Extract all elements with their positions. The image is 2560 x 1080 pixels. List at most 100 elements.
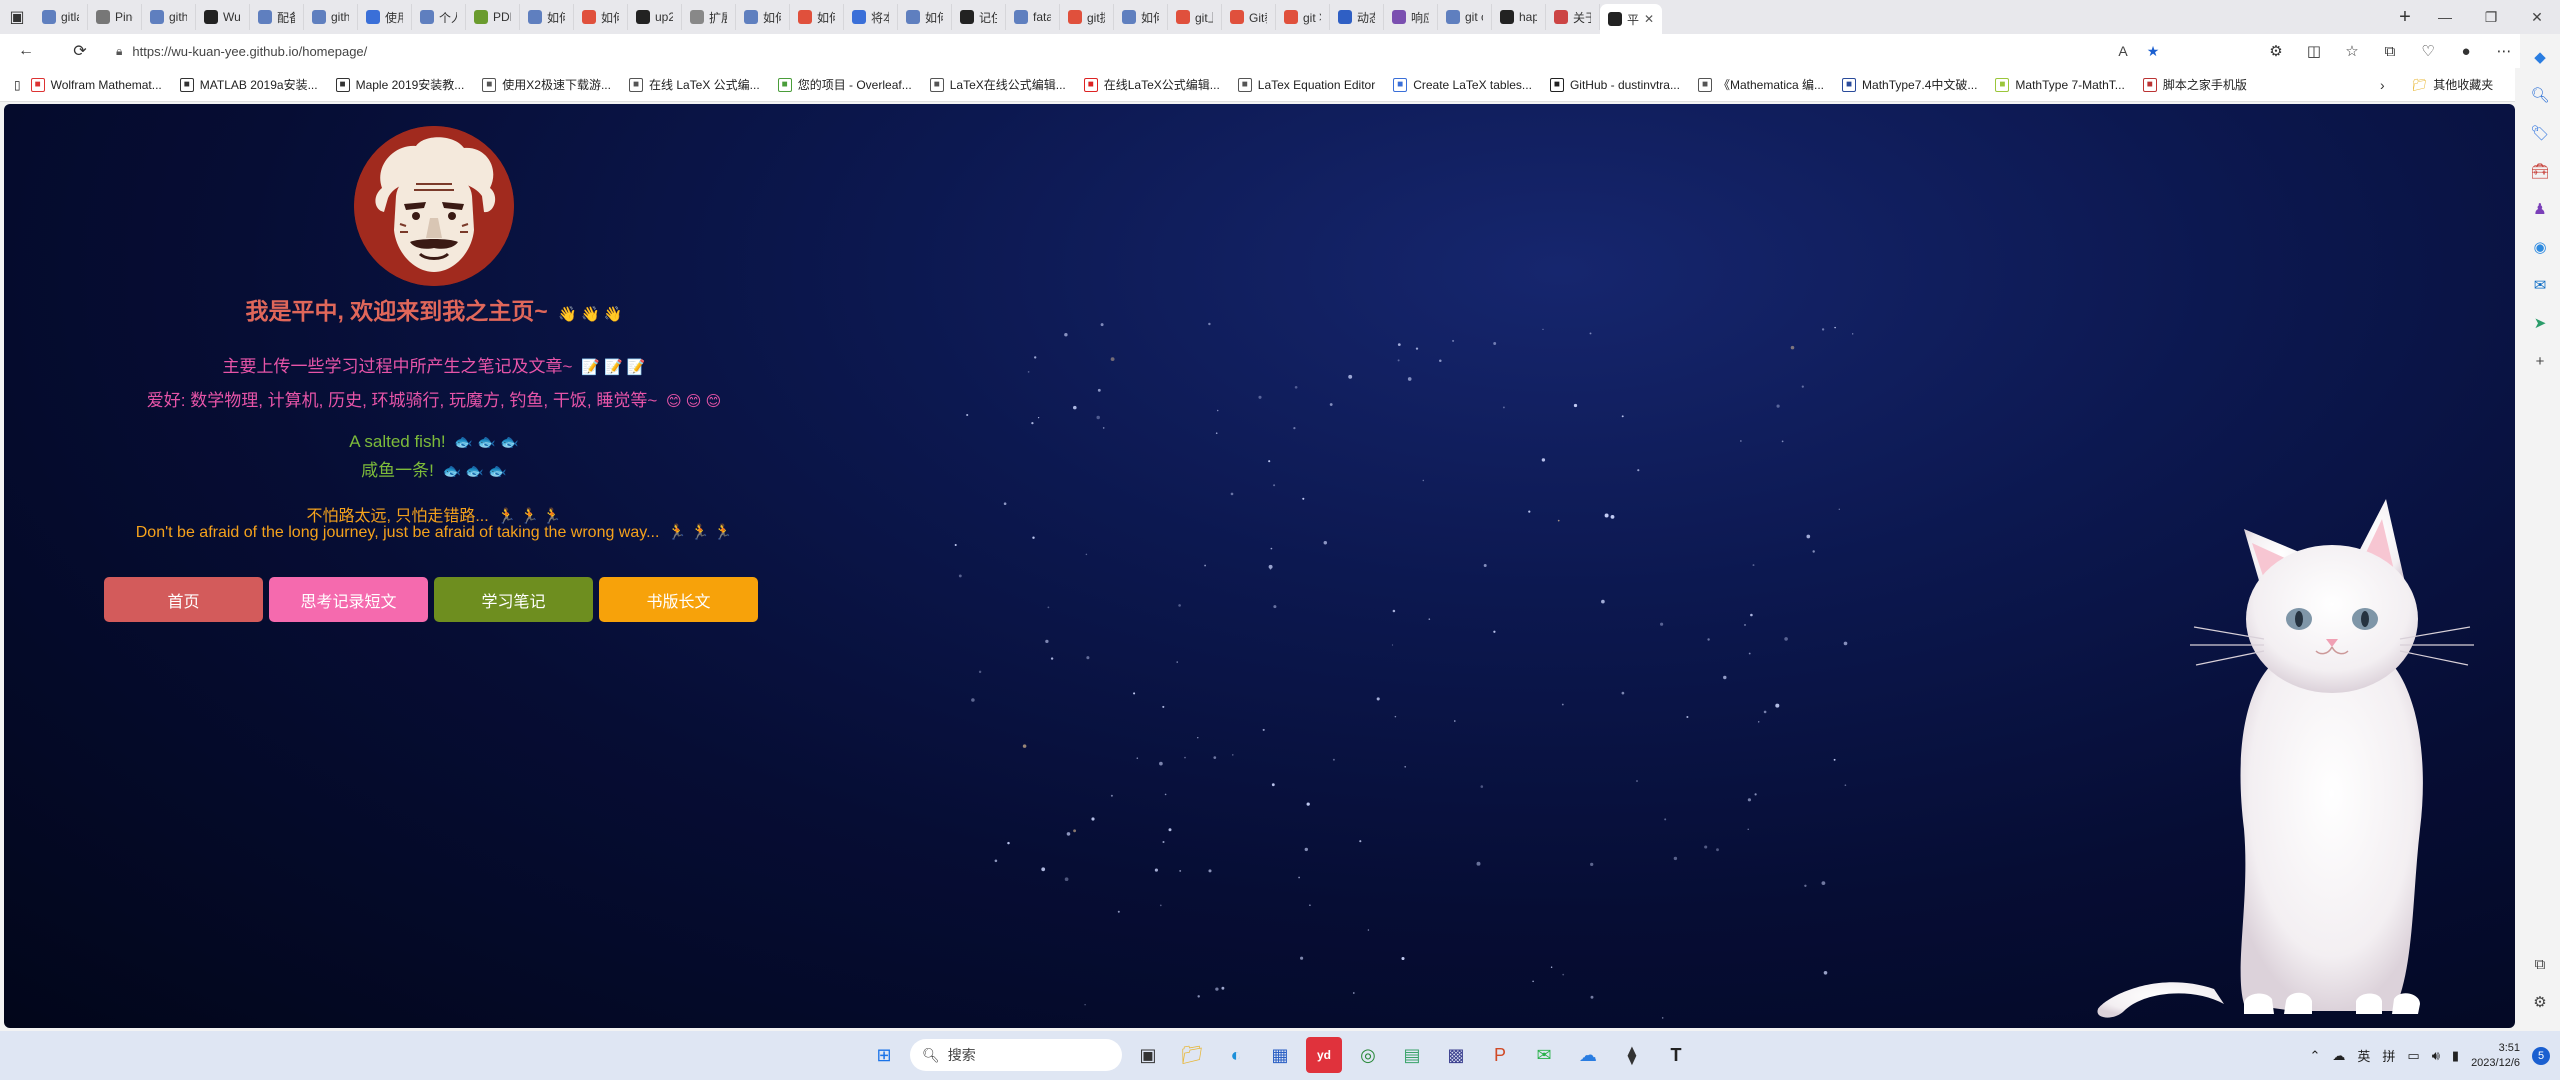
copilot-icon[interactable]: ◆: [2525, 42, 2555, 72]
youdao-icon[interactable]: yd: [1306, 1037, 1342, 1073]
browser-tab[interactable]: 关于我: [1546, 4, 1600, 30]
media-app-icon[interactable]: ▩: [1438, 1037, 1474, 1073]
bookmark-item[interactable]: ■ MathType7.4中文破...: [1842, 76, 1977, 93]
windows-start-icon[interactable]: ⊞: [866, 1037, 902, 1073]
browser-tab[interactable]: 配备 Gi: [250, 4, 304, 30]
battery-icon[interactable]: ▮: [2452, 1048, 2459, 1064]
add-sidebar-app-icon[interactable]: +: [2525, 346, 2555, 376]
collections-icon[interactable]: ⧉: [2374, 35, 2406, 67]
browser-tab[interactable]: up209d: [628, 4, 682, 30]
typora-icon[interactable]: T: [1658, 1037, 1694, 1073]
close-window-button[interactable]: ✕: [2514, 0, 2560, 34]
sidebar-settings-icon[interactable]: ⚙: [2525, 987, 2555, 1017]
powerpoint-icon[interactable]: P: [1482, 1037, 1518, 1073]
bookmark-item[interactable]: ■ MathType 7-MathT...: [1995, 77, 2125, 92]
bookmark-item[interactable]: ■ 使用X2极速下载游...: [482, 76, 611, 93]
browser-tab[interactable]: 如何创: [790, 4, 844, 30]
sidebar-toggle-icon[interactable]: ▯: [14, 78, 21, 92]
bookmark-item[interactable]: ■ LaTeX在线公式编辑...: [929, 76, 1066, 93]
clipboard-app-icon[interactable]: ⧫: [1614, 1037, 1650, 1073]
browser-tab[interactable]: 平中 ✕: [1600, 4, 1662, 34]
volume-icon[interactable]: 🔊︎: [2432, 1048, 2440, 1064]
browser-tab[interactable]: git 将本: [1276, 4, 1330, 30]
screenshot-sidebar-icon[interactable]: ⧉: [2525, 949, 2555, 979]
games-icon[interactable]: ♟︎: [2525, 194, 2555, 224]
chrome-icon[interactable]: ◎: [1350, 1037, 1386, 1073]
cloud-sync-icon[interactable]: ☁︎: [2332, 1048, 2345, 1064]
network-icon[interactable]: ▭: [2407, 1048, 2419, 1064]
nav-button[interactable]: 书版长文: [599, 577, 758, 622]
search-sidebar-icon[interactable]: 🔍︎: [2525, 80, 2555, 110]
lock-icon[interactable]: 🔒︎: [116, 44, 122, 59]
nav-button[interactable]: 思考记录短文: [269, 577, 428, 622]
bookmark-item[interactable]: ■ Create LaTeX tables...: [1393, 77, 1532, 92]
browser-tab[interactable]: 动态个: [1330, 4, 1384, 30]
tab-actions-icon[interactable]: ▣: [0, 0, 34, 34]
browser-tab[interactable]: 如何创: [898, 4, 952, 30]
ime-indicator[interactable]: 拼: [2382, 1046, 2395, 1065]
store-icon[interactable]: ▦: [1262, 1037, 1298, 1073]
browser-tab[interactable]: happy: [1492, 4, 1546, 30]
bookmark-item[interactable]: ■ GitHub - dustinvtra...: [1549, 77, 1680, 92]
browser-essentials-icon[interactable]: ♡: [2412, 35, 2444, 67]
extensions-icon[interactable]: ⚙: [2260, 35, 2292, 67]
browser-tab[interactable]: fatal: u: [1006, 4, 1060, 30]
bookmark-item[interactable]: ■ Wolfram Mathemat...: [30, 77, 162, 92]
browser-tab[interactable]: 如何i: [574, 4, 628, 30]
close-tab-icon[interactable]: ✕: [1644, 12, 1654, 26]
browser-tab[interactable]: git上传: [1168, 4, 1222, 30]
task-view-icon[interactable]: ▣: [1130, 1037, 1166, 1073]
browser-tab[interactable]: github: [142, 4, 196, 30]
browser-tab[interactable]: 扩展: [682, 4, 736, 30]
browser-tab[interactable]: 如何将: [520, 4, 574, 30]
bookmark-item[interactable]: ■ Maple 2019安装教...: [335, 76, 464, 93]
restore-button[interactable]: ❐: [2468, 0, 2514, 34]
wechat-icon[interactable]: ✉︎: [1526, 1037, 1562, 1073]
other-bookmarks-folder[interactable]: 📁︎ 其他收藏夹: [2412, 76, 2493, 93]
taskbar-search[interactable]: 🔍︎ 搜索: [910, 1039, 1122, 1071]
browser-tab[interactable]: 将本地: [844, 4, 898, 30]
favorites-icon[interactable]: ☆: [2336, 35, 2368, 67]
bookmark-item[interactable]: ■ 在线LaTeX公式编辑...: [1083, 76, 1220, 93]
file-explorer-icon[interactable]: 📁︎: [1174, 1037, 1210, 1073]
notification-badge[interactable]: 5: [2532, 1046, 2550, 1065]
browser-tab[interactable]: PDL's b: [466, 4, 520, 30]
microsoft365-icon[interactable]: ◉: [2525, 232, 2555, 262]
browser-tab[interactable]: git clon: [1438, 4, 1492, 30]
browser-tab[interactable]: git提交: [1060, 4, 1114, 30]
bookmark-item[interactable]: ■ 您的项目 - Overleaf...: [777, 76, 912, 93]
lang-indicator[interactable]: 英: [2357, 1046, 2370, 1065]
bookmark-item[interactable]: ■ 在线 LaTeX 公式编...: [628, 76, 760, 93]
clock[interactable]: 3:51 2023/12/6: [2471, 1041, 2520, 1071]
drop-icon[interactable]: ➤: [2525, 308, 2555, 338]
browser-tab[interactable]: Wu-Kua: [196, 4, 250, 30]
browser-tab[interactable]: gitlab u: [34, 4, 88, 30]
new-tab-button[interactable]: +: [2388, 6, 2422, 29]
browser-tab[interactable]: 响应式: [1384, 4, 1438, 30]
bookmark-item[interactable]: ■ LaTex Equation Editor: [1237, 77, 1375, 92]
read-aloud-icon[interactable]: A: [2110, 38, 2136, 64]
outlook-icon[interactable]: ✉︎: [2525, 270, 2555, 300]
nav-button[interactable]: 首页: [104, 577, 263, 622]
favorite-star-icon[interactable]: ★: [2140, 38, 2166, 64]
settings-more-icon[interactable]: ⋯: [2488, 35, 2520, 67]
browser-tab[interactable]: Git教程: [1222, 4, 1276, 30]
notes-app-icon[interactable]: ▤: [1394, 1037, 1430, 1073]
browser-tab[interactable]: 记住您: [952, 4, 1006, 30]
edge-icon[interactable]: ◐: [1218, 1037, 1254, 1073]
split-screen-icon[interactable]: ◫: [2298, 35, 2330, 67]
tray-expand-icon[interactable]: ⌃: [2309, 1048, 2320, 1064]
profile-icon[interactable]: ●: [2450, 35, 2482, 67]
nav-button[interactable]: 学习笔记: [434, 577, 593, 622]
shopping-icon[interactable]: 🏷︎: [2525, 118, 2555, 148]
back-button[interactable]: ←: [10, 35, 42, 67]
more-bookmarks-icon[interactable]: ›: [2380, 77, 2385, 93]
refresh-button[interactable]: ⟳: [64, 35, 96, 67]
browser-tab[interactable]: 个人网: [412, 4, 466, 30]
minimize-button[interactable]: —: [2422, 0, 2468, 34]
bookmark-item[interactable]: ■ 脚本之家手机版: [2142, 76, 2247, 93]
browser-tab[interactable]: github f: [304, 4, 358, 30]
onedrive-icon[interactable]: ☁︎: [1570, 1037, 1606, 1073]
address-bar[interactable]: 🔒︎ https://wu-kuan-yee.github.io/homepag…: [104, 38, 2134, 64]
tools-icon[interactable]: 🧰︎: [2525, 156, 2555, 186]
